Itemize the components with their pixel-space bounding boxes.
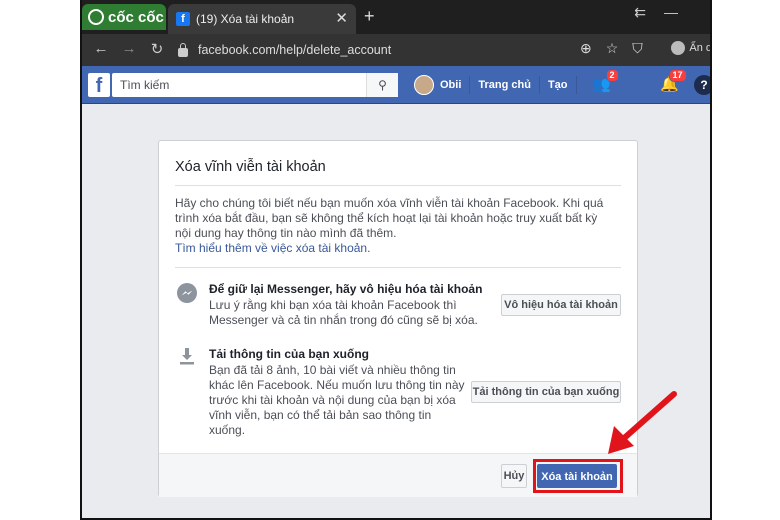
avatar[interactable] bbox=[414, 75, 434, 95]
cancel-button[interactable]: Hủy bbox=[501, 464, 527, 488]
incognito-profile[interactable]: Ẩn d bbox=[671, 41, 712, 55]
user-name-link[interactable]: Obii bbox=[440, 79, 461, 91]
close-icon[interactable]: ✕ bbox=[335, 9, 348, 27]
brand-label: cốc cốc bbox=[108, 8, 164, 26]
download-section-title: Tải thông tin của bạn xuống bbox=[209, 347, 369, 361]
shield-icon[interactable]: ⛉ bbox=[632, 40, 643, 57]
star-icon[interactable]: ☆ bbox=[606, 40, 619, 57]
download-body-line: Bạn đã tải 8 ảnh, 10 bài viết và nhiều t… bbox=[209, 363, 456, 377]
profile-icon bbox=[671, 41, 686, 55]
search-icon[interactable]: ⚲ bbox=[366, 73, 398, 97]
nav-divider bbox=[538, 76, 540, 94]
messenger-body-line: Lưu ý rằng khi bạn xóa tài khoản Faceboo… bbox=[209, 298, 457, 312]
facebook-logo-icon[interactable]: f bbox=[88, 73, 110, 97]
forward-icon[interactable]: → bbox=[116, 40, 142, 57]
address-actions: ⊕ ☆ ⛉ bbox=[580, 40, 643, 57]
nav-divider bbox=[575, 76, 577, 94]
back-icon[interactable]: ← bbox=[88, 40, 114, 57]
coccoc-logo-icon bbox=[88, 9, 104, 25]
dialog-intro: Hãy cho chúng tôi biết nếu bạn muốn xóa … bbox=[175, 196, 613, 256]
tab-active[interactable]: f (19) Xóa tài khoản ✕ bbox=[168, 4, 356, 34]
search-placeholder: Tìm kiếm bbox=[120, 78, 170, 92]
create-link[interactable]: Tạo bbox=[548, 79, 568, 91]
divider bbox=[175, 267, 621, 268]
url-field[interactable]: facebook.com/help/delete_account bbox=[178, 38, 570, 62]
download-body-line: xuống. bbox=[209, 423, 246, 437]
facebook-favicon-icon: f bbox=[176, 12, 190, 26]
search-input[interactable]: Tìm kiếm ⚲ bbox=[112, 73, 398, 97]
zoom-icon[interactable]: ⊕ bbox=[580, 40, 592, 57]
browser-brand[interactable]: cốc cốc bbox=[82, 4, 166, 30]
dialog-title: Xóa vĩnh viễn tài khoản bbox=[175, 159, 326, 175]
messenger-section-body: Lưu ý rằng khi bạn xóa tài khoản Faceboo… bbox=[209, 298, 478, 328]
download-info-button[interactable]: Tải thông tin của bạn xuống bbox=[471, 381, 621, 403]
nav-divider bbox=[469, 76, 471, 94]
deactivate-account-button[interactable]: Vô hiệu hóa tài khoản bbox=[501, 294, 621, 316]
friend-badge: 2 bbox=[605, 69, 619, 82]
intro-text: Hãy cho chúng tôi biết nếu bạn muốn xóa … bbox=[175, 196, 604, 240]
tab-strip: cốc cốc f (19) Xóa tài khoản ✕ + ⇇— bbox=[82, 0, 710, 34]
download-body-line: vĩnh viễn, bạn có thể tải bản sao thông … bbox=[209, 408, 432, 422]
divider bbox=[175, 185, 621, 186]
reload-icon[interactable]: ↻ bbox=[144, 40, 170, 58]
url-text: facebook.com/help/delete_account bbox=[198, 43, 392, 57]
delete-account-button[interactable]: Xóa tài khoản bbox=[537, 464, 617, 488]
tab-title: (19) Xóa tài khoản bbox=[196, 12, 295, 26]
red-arrow-icon bbox=[608, 391, 677, 454]
lock-icon bbox=[178, 42, 188, 57]
help-icon[interactable]: ? bbox=[694, 75, 710, 95]
facebook-topbar: f Tìm kiếm ⚲ Obii Trang chủ Tạo 👥 2 🔔 17 ? bbox=[82, 66, 710, 104]
fb-nav: Obii Trang chủ Tạo 👥 2 🔔 17 bbox=[414, 69, 687, 95]
messenger-body-line: Messenger và cả tin nhắn trong đó cũng s… bbox=[209, 313, 478, 327]
window-controls[interactable]: ⇇— bbox=[634, 4, 696, 21]
dialog-footer: Hủy Xóa tài khoản bbox=[159, 453, 637, 497]
download-icon bbox=[180, 348, 194, 365]
friend-requests-icon[interactable]: 👥 2 bbox=[591, 69, 619, 95]
address-bar: ← → ↻ facebook.com/help/delete_account ⊕… bbox=[82, 34, 710, 66]
learn-more-link[interactable]: Tìm hiểu thêm về việc xóa tài khoản. bbox=[175, 241, 613, 256]
new-tab-button[interactable]: + bbox=[364, 6, 375, 27]
messenger-section-title: Để giữ lại Messenger, hãy vô hiệu hóa tà… bbox=[209, 282, 483, 296]
profile-label: Ẩn d bbox=[689, 42, 712, 54]
download-section-body: Bạn đã tải 8 ảnh, 10 bài viết và nhiều t… bbox=[209, 363, 465, 438]
messenger-icon[interactable] bbox=[625, 75, 647, 95]
notifications-icon[interactable]: 🔔 17 bbox=[659, 69, 687, 95]
download-body-line: trước khi tài khoản và nội dung của bạn … bbox=[209, 393, 456, 407]
notif-badge: 17 bbox=[668, 69, 687, 82]
home-link[interactable]: Trang chủ bbox=[478, 79, 531, 91]
download-body-line: khác lên Facebook. Nếu muốn lưu thông ti… bbox=[209, 378, 465, 392]
messenger-icon bbox=[177, 283, 197, 303]
delete-account-dialog: Xóa vĩnh viễn tài khoản Hãy cho chúng tô… bbox=[158, 140, 638, 497]
